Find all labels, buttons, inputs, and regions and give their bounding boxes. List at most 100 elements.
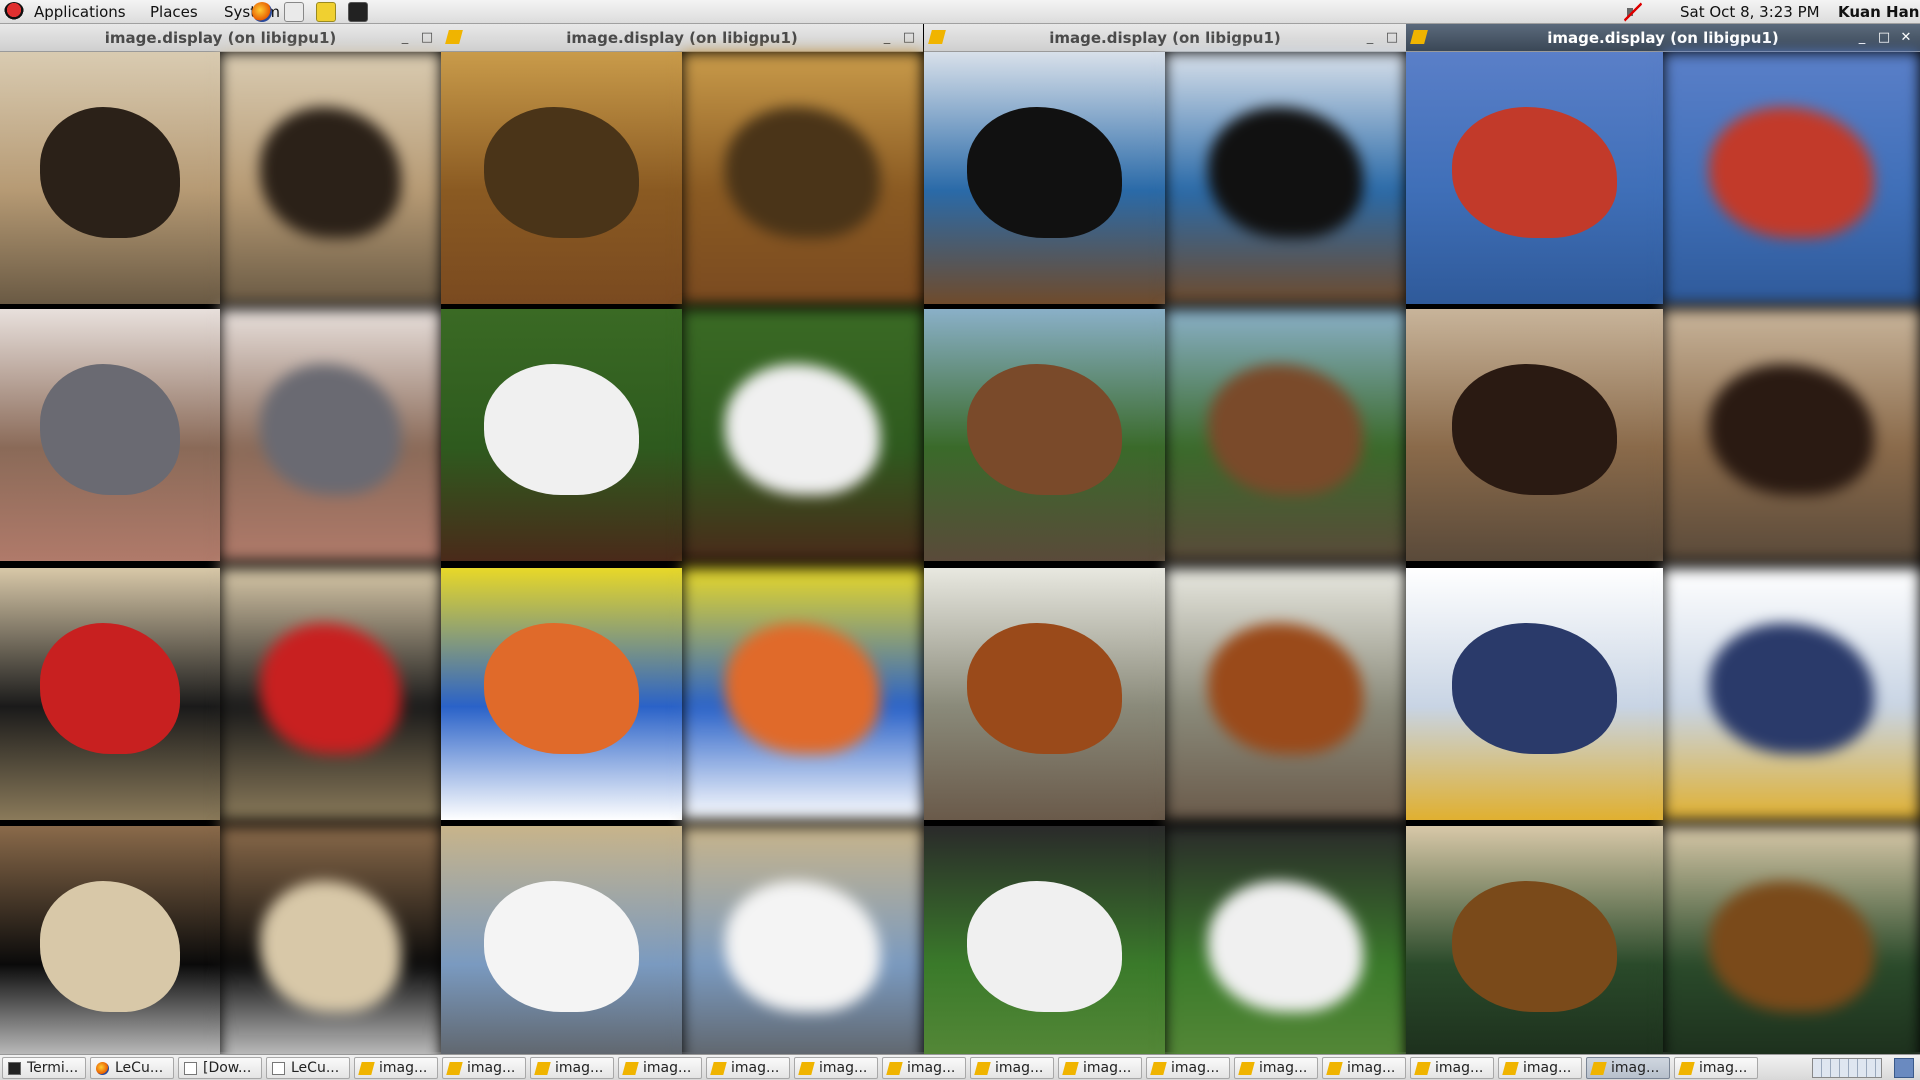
image-display-icon [1326, 1062, 1343, 1075]
clock[interactable]: Sat Oct 8, 3:23 PM [1680, 0, 1820, 24]
window-titlebar[interactable]: image.display (on libigpu1) _ □ ✕ [1406, 24, 1920, 52]
reconstructed-white-deer-grass-image [682, 309, 923, 561]
reconstructed-horse-rider-image [220, 52, 441, 304]
subject-shape [1452, 881, 1617, 1013]
subject-shape [1452, 364, 1617, 496]
minimize-icon[interactable]: _ [1360, 24, 1380, 52]
taskbar-item[interactable]: Termi... [2, 1057, 86, 1079]
taskbar-item[interactable]: imag... [1322, 1057, 1406, 1079]
original-bird-branch-image [0, 826, 220, 1078]
original-dog-blanket-image [924, 52, 1165, 304]
taskbar-item[interactable]: imag... [1498, 1057, 1582, 1079]
subject-shape [1709, 623, 1874, 755]
subject-shape [725, 623, 880, 755]
window-titlebar[interactable]: image.display (on libigpu1) _ □ [441, 24, 923, 52]
menu-applications[interactable]: Applications [34, 0, 126, 24]
evolution-icon[interactable] [284, 2, 304, 22]
subject-shape [967, 623, 1122, 755]
reconstructed-horses-plow-image [1663, 309, 1920, 561]
menu-places[interactable]: Places [150, 0, 198, 24]
subject-shape [1709, 107, 1874, 239]
window-title: image.display (on libigpu1) [1547, 29, 1779, 47]
taskbar-item[interactable]: imag... [1674, 1057, 1758, 1079]
window-title: image.display (on libigpu1) [104, 29, 337, 47]
taskbar-item-label: imag... [1171, 1060, 1220, 1076]
image-display-icon [1062, 1062, 1079, 1075]
maximize-icon[interactable]: □ [899, 24, 919, 52]
taskbar-item[interactable]: imag... [1234, 1057, 1318, 1079]
original-hen-fence-image [924, 568, 1165, 820]
maximize-icon[interactable]: □ [1874, 24, 1894, 52]
taskbar-item-label: imag... [555, 1060, 604, 1076]
taskbar-item-label: imag... [907, 1060, 956, 1076]
taskbar-item-label: imag... [1611, 1060, 1660, 1076]
taskbar-item-label: imag... [1699, 1060, 1748, 1076]
image-display-icon [622, 1062, 639, 1075]
terminal-icon[interactable] [348, 2, 368, 22]
image-display-icon [710, 1062, 727, 1075]
taskbar-item-label: imag... [467, 1060, 516, 1076]
taskbar-item[interactable]: imag... [530, 1057, 614, 1079]
taskbar-item[interactable]: imag... [1058, 1057, 1142, 1079]
maximize-icon[interactable]: □ [417, 24, 437, 52]
taskbar-item[interactable]: imag... [706, 1057, 790, 1079]
image-display-window[interactable]: image.display (on libigpu1) _ □ [441, 24, 923, 1078]
taskbar-item-label: imag... [995, 1060, 1044, 1076]
window-titlebar[interactable]: image.display (on libigpu1) _ □ [0, 24, 441, 52]
image-display-icon [1150, 1062, 1167, 1075]
original-biplane-sky-image [441, 568, 682, 820]
subject-shape [1452, 623, 1617, 755]
redhat-logo-icon[interactable] [4, 2, 24, 22]
taskbar-item[interactable]: imag... [1410, 1057, 1494, 1079]
image-display-icon [886, 1062, 903, 1075]
taskbar-item[interactable]: LeCu... [90, 1057, 174, 1079]
subject-shape [967, 364, 1122, 496]
window-titlebar[interactable]: image.display (on libigpu1) _ □ [924, 24, 1406, 52]
minimize-icon[interactable]: _ [877, 24, 897, 52]
subject-shape [1208, 364, 1363, 496]
minimize-icon[interactable]: _ [395, 24, 415, 52]
taskbar-item[interactable]: imag... [442, 1057, 526, 1079]
subject-shape [725, 107, 880, 239]
taskbar-item-label: [Dow... [203, 1060, 252, 1076]
taskbar-item[interactable]: imag... [1586, 1057, 1670, 1079]
volume-muted-icon[interactable] [1624, 2, 1642, 22]
taskbar-item[interactable]: imag... [970, 1057, 1054, 1079]
subject-shape [259, 623, 402, 755]
taskbar-item-label: imag... [379, 1060, 428, 1076]
taskbar-item[interactable]: imag... [882, 1057, 966, 1079]
taskbar-item[interactable]: [Dow... [178, 1057, 262, 1079]
image-display-window[interactable]: image.display (on libigpu1) _ □ ✕ [1406, 24, 1920, 1078]
close-icon[interactable]: ✕ [1896, 24, 1916, 52]
subject-shape [967, 107, 1122, 239]
taskbar-item-label: imag... [1259, 1060, 1308, 1076]
taskbar-item[interactable]: imag... [354, 1057, 438, 1079]
image-display-icon [1678, 1062, 1695, 1075]
image-display-icon [798, 1062, 815, 1075]
image-display-icon[interactable] [928, 30, 946, 44]
maximize-icon[interactable]: □ [1382, 24, 1402, 52]
image-display-icon [358, 1062, 375, 1075]
original-white-deer-grass-image [441, 309, 682, 561]
image-display-icon[interactable] [445, 30, 463, 44]
workspace-switcher-icon[interactable] [1812, 1058, 1882, 1078]
minimize-icon[interactable]: _ [1852, 24, 1872, 52]
image-display-icon [534, 1062, 551, 1075]
reconstructed-eagle-forest-image [1663, 826, 1920, 1078]
firefox-icon[interactable] [252, 2, 272, 22]
subject-shape [1208, 881, 1363, 1013]
image-display-icon [446, 1062, 463, 1075]
image-display-icon [1590, 1062, 1607, 1075]
taskbar-item[interactable]: imag... [794, 1057, 878, 1079]
user-name[interactable]: Kuan Han [1838, 0, 1919, 24]
notes-icon[interactable] [316, 2, 336, 22]
original-horse-rider-image [0, 52, 220, 304]
image-display-window[interactable]: image.display (on libigpu1) _ □ [0, 24, 441, 1078]
show-desktop-icon[interactable] [1894, 1058, 1914, 1078]
taskbar-item[interactable]: imag... [618, 1057, 702, 1079]
image-display-window[interactable]: image.display (on libigpu1) _ □ [924, 24, 1406, 1078]
original-cow-grass-image [924, 826, 1165, 1078]
image-display-icon[interactable] [1410, 30, 1428, 44]
taskbar-item[interactable]: LeCu... [266, 1057, 350, 1079]
taskbar-item[interactable]: imag... [1146, 1057, 1230, 1079]
